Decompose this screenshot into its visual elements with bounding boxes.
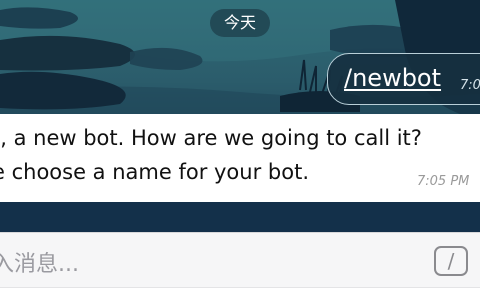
slash-command-icon: /	[447, 249, 455, 273]
message-timestamp: 7:0	[460, 78, 480, 93]
message-text-line: t, a new bot. How are we going to call i…	[0, 126, 422, 150]
bot-command-link[interactable]: /newbot	[344, 63, 441, 93]
chat-wallpaper: 今天 /newbot 7:0 t, a new bot. How are we …	[0, 0, 480, 232]
message-text-line: e choose a name for your bot.	[0, 160, 309, 184]
bottom-bar	[0, 287, 480, 301]
incoming-message-bubble[interactable]: t, a new bot. How are we going to call i…	[0, 114, 480, 202]
date-separator: 今天	[210, 9, 270, 37]
outgoing-message-bubble[interactable]: /newbot 7:0	[327, 53, 480, 105]
message-timestamp: 7:05 PM	[417, 174, 470, 189]
message-input[interactable]	[0, 238, 424, 290]
bot-command-button[interactable]: /	[434, 246, 468, 276]
